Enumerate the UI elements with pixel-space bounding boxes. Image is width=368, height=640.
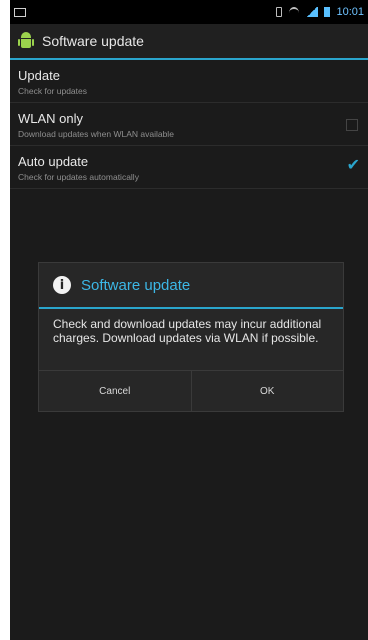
action-bar-title: Software update bbox=[42, 33, 144, 49]
pref-wlan-only[interactable]: WLAN only Download updates when WLAN ava… bbox=[10, 103, 368, 146]
android-icon[interactable] bbox=[18, 32, 34, 50]
check-icon[interactable]: ✔ bbox=[347, 158, 360, 174]
pref-summary: Download updates when WLAN available bbox=[18, 129, 174, 139]
software-update-dialog: i Software update Check and download upd… bbox=[38, 262, 344, 412]
screenshot-icon bbox=[14, 7, 26, 17]
device-screen: 10:01 Software update Update Check for u… bbox=[10, 0, 368, 640]
info-icon: i bbox=[53, 276, 71, 294]
pref-title: Update bbox=[18, 68, 60, 83]
status-bar: 10:01 bbox=[10, 0, 368, 24]
battery-icon bbox=[324, 7, 331, 17]
action-bar: Software update bbox=[10, 24, 368, 60]
pref-auto-update[interactable]: Auto update Check for updates automatica… bbox=[10, 146, 368, 189]
pref-update[interactable]: Update Check for updates bbox=[10, 60, 368, 103]
dialog-header: i Software update bbox=[39, 263, 343, 309]
pref-summary: Check for updates bbox=[18, 86, 87, 96]
signal-icon bbox=[306, 7, 319, 17]
dialog-message: Check and download updates may incur add… bbox=[53, 317, 322, 345]
wlan-only-checkbox[interactable] bbox=[346, 119, 358, 131]
dialog-buttons: Cancel OK bbox=[39, 370, 343, 411]
status-time: 10:01 bbox=[336, 6, 364, 18]
pref-title: Auto update bbox=[18, 154, 89, 169]
ok-button[interactable]: OK bbox=[192, 371, 344, 411]
pref-summary: Check for updates automatically bbox=[18, 172, 139, 182]
dialog-title: Software update bbox=[81, 276, 191, 294]
cancel-button[interactable]: Cancel bbox=[39, 371, 191, 411]
wifi-icon bbox=[288, 7, 300, 17]
vibrate-icon bbox=[276, 7, 283, 17]
pref-title: WLAN only bbox=[18, 111, 84, 126]
